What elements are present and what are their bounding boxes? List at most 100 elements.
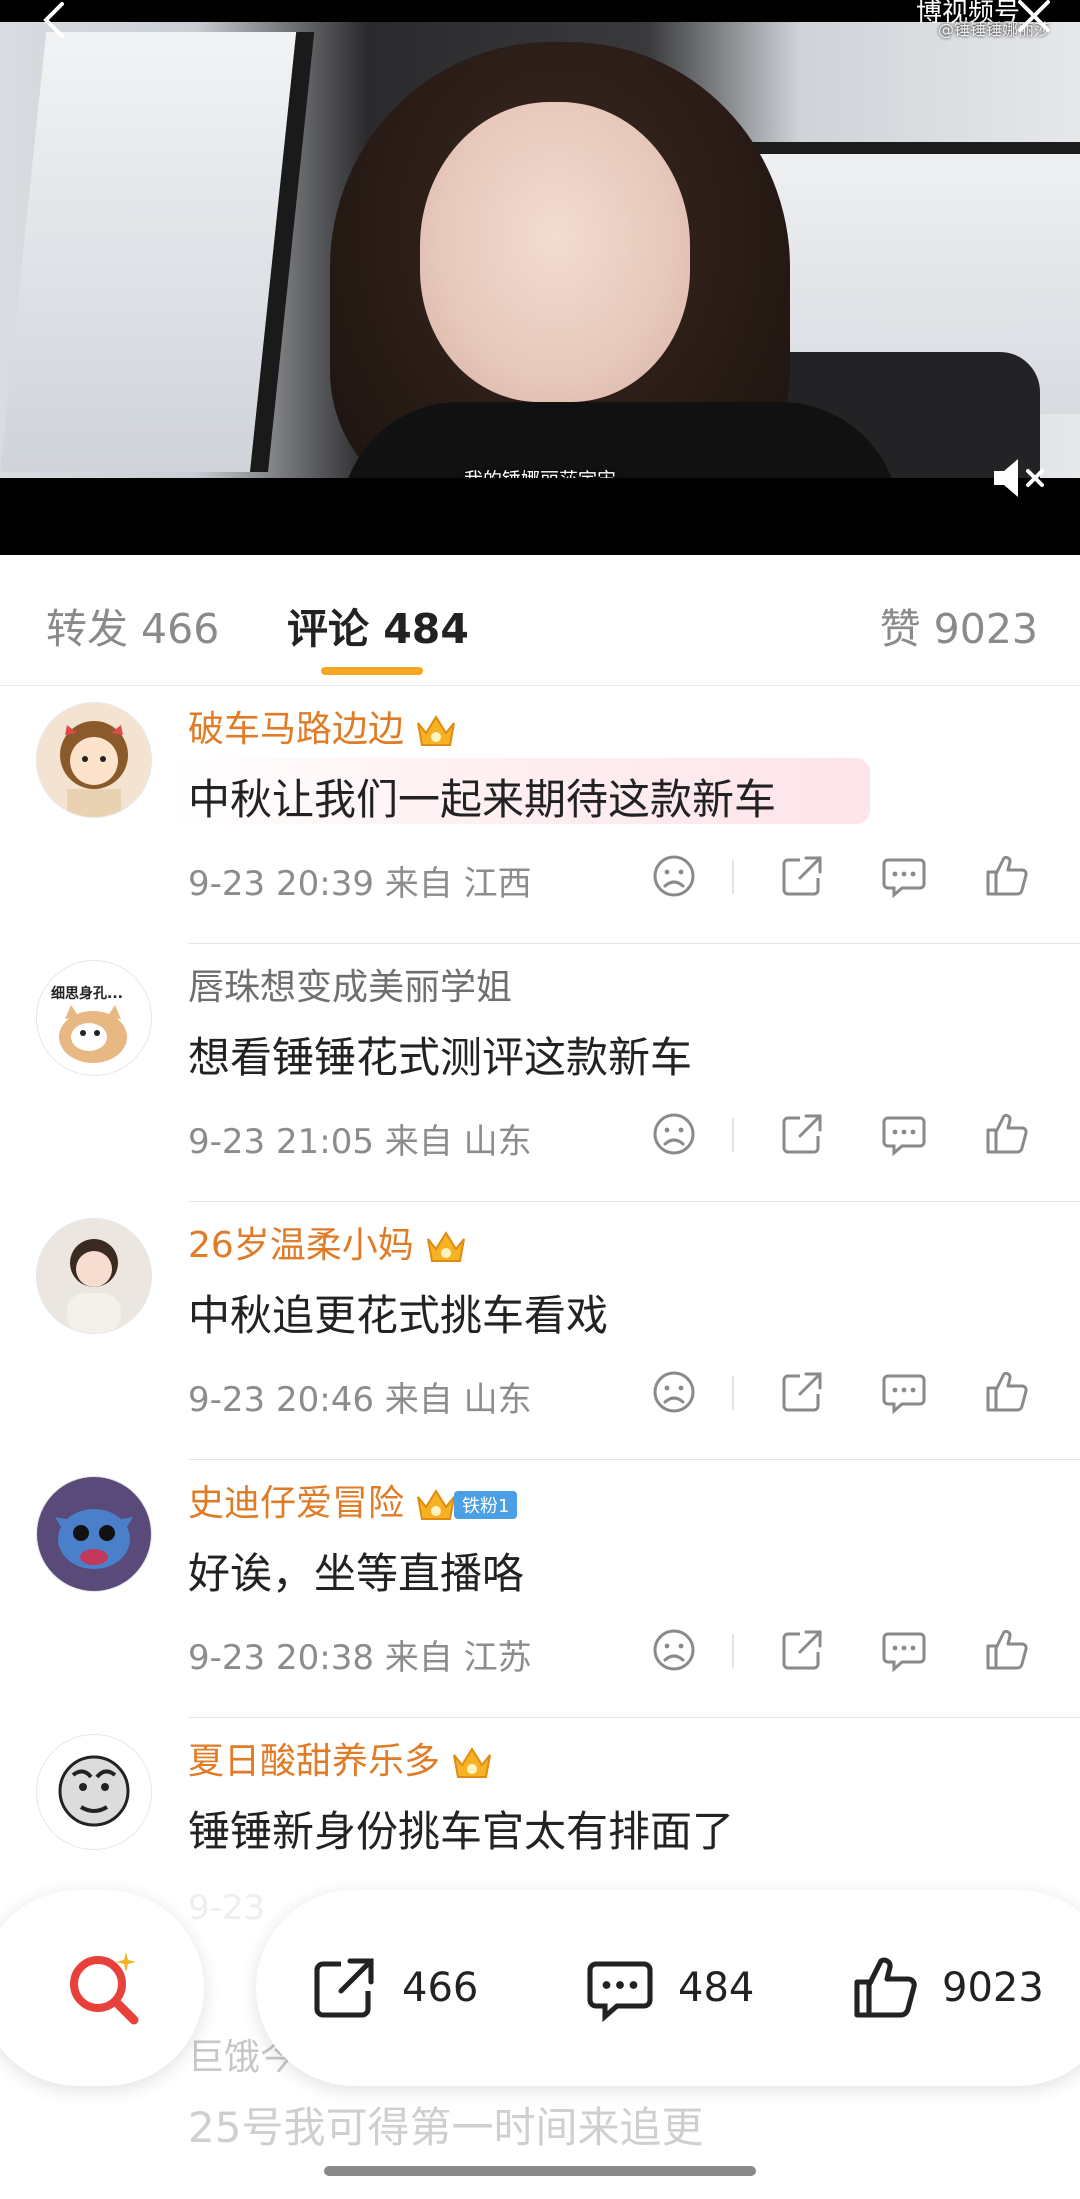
comment-meta: 9-23 20:39 来自 江西: [188, 856, 532, 905]
share-icon: [314, 1958, 374, 2018]
comment-text: 锤锤新身份挑车官太有排面了: [188, 1807, 735, 1856]
fan-badge: 铁粉1: [454, 1491, 518, 1519]
like-button[interactable]: [982, 852, 1030, 900]
repost-count: 466: [402, 1965, 479, 2011]
back-button[interactable]: [36, 0, 76, 40]
mute-button[interactable]: [988, 455, 1054, 501]
reply-button[interactable]: [880, 1368, 928, 1416]
like-count: 9023: [942, 1965, 1044, 2011]
comment-from: 来自: [384, 864, 453, 904]
close-button[interactable]: [1014, 0, 1054, 42]
like-button[interactable]: [982, 1626, 1030, 1674]
share-button[interactable]: [778, 1368, 826, 1416]
avatar-cat-icon: [37, 961, 151, 1075]
like-post-button[interactable]: 9023: [848, 1952, 1044, 2024]
tab-reposts[interactable]: 转发 466: [46, 595, 219, 655]
crown-vip-icon: [414, 711, 458, 751]
person-face: [420, 102, 690, 402]
comment-username[interactable]: 史迪仔爱冒险 铁粉1: [188, 1474, 518, 1526]
sad-face-icon: [653, 1629, 695, 1671]
comment-location: 江苏: [463, 1638, 532, 1678]
avatar-caption: 细思身孔...: [51, 986, 123, 1002]
home-indicator[interactable]: [324, 2166, 756, 2176]
comment-meta: 9-23 21:05 来自 山东: [188, 1114, 532, 1163]
search-icon: [70, 1952, 139, 2025]
thumbs-up-icon: [986, 855, 1028, 896]
comment-time: 9-23 20:46: [188, 1380, 374, 1420]
avatar[interactable]: [36, 702, 152, 818]
thumbs-up-icon: [986, 1113, 1028, 1154]
action-separator: [732, 1634, 734, 1668]
comment-time: 9-23 21:05: [188, 1122, 374, 1162]
reply-button[interactable]: [880, 1626, 928, 1674]
comment-username[interactable]: 唇珠想变成美丽学姐: [188, 958, 512, 1010]
comment-text: 中秋追更花式挑车看戏: [188, 1291, 609, 1340]
tab-comments[interactable]: 评论 484: [287, 595, 469, 655]
comment-button[interactable]: 484: [584, 1952, 754, 2024]
comment-item: 史迪仔爱冒险 铁粉1 好诶，坐等直播咯 9-23 20:38 来自 江苏: [0, 1460, 1080, 1718]
avatar[interactable]: [36, 1218, 152, 1334]
video-player[interactable]: 我的锤娜丽莎宇宙 博视频号 @锤锤锤娜丽莎: [0, 0, 1080, 555]
chevron-left-icon: [43, 2, 64, 38]
dislike-face-button[interactable]: [650, 852, 698, 900]
search-button[interactable]: [0, 1890, 204, 2086]
crown-vip-icon: [424, 1227, 468, 1267]
speaker-muted-icon: [994, 459, 1044, 497]
reply-button[interactable]: [880, 1110, 928, 1158]
comment-from: 来自: [384, 1380, 453, 1420]
comment-time: 9-23 20:39: [188, 864, 374, 904]
dislike-face-button[interactable]: [650, 1368, 698, 1416]
comment-count: 484: [678, 1965, 755, 2011]
comment-item: 26岁温柔小妈 中秋追更花式挑车看戏 9-23 20:46 来自 山东: [0, 1202, 1080, 1460]
comment-username[interactable]: 夏日酸甜养乐多: [188, 1732, 494, 1784]
action-separator: [732, 1376, 734, 1410]
avatar[interactable]: [36, 1734, 152, 1850]
crown-vip-icon: [414, 1485, 458, 1525]
like-button[interactable]: [982, 1368, 1030, 1416]
share-button[interactable]: [778, 1110, 826, 1158]
comment-location: 江西: [463, 864, 532, 904]
repost-button[interactable]: 466: [308, 1952, 478, 2024]
comment-actions: [650, 1368, 1040, 1416]
comment-from: 来自: [384, 1122, 453, 1162]
crown-vip-icon: [450, 1743, 494, 1783]
comment-list: 破车马路边边 中秋让我们一起来期待这款新车 9-23 20:39 来自 江西 细…: [0, 686, 1080, 1976]
comment-text: 想看锤锤花式测评这款新车: [188, 1033, 693, 1082]
ghost-comment-text: 25号我可得第一时间来追更: [188, 2103, 704, 2152]
comment-bubble-icon: [882, 1116, 926, 1157]
comment-username[interactable]: 破车马路边边: [188, 700, 458, 752]
action-separator: [732, 1118, 734, 1152]
share-button[interactable]: [778, 1626, 826, 1674]
sad-face-icon: [653, 1113, 695, 1155]
avatar-cartoon-girl-icon: [37, 703, 151, 817]
avatar[interactable]: [36, 1476, 152, 1592]
thumbs-up-icon: [986, 1629, 1028, 1670]
dislike-face-button[interactable]: [650, 1110, 698, 1158]
comment-text: 中秋让我们一起来期待这款新车: [168, 758, 870, 824]
comment-text: 好诶，坐等直播咯: [188, 1549, 525, 1598]
share-icon: [782, 856, 822, 896]
video-subtitle: 我的锤娜丽莎宇宙: [0, 465, 1080, 478]
username-text: 史迪仔爱冒险: [188, 1483, 405, 1524]
username-text: 26岁温柔小妈: [188, 1225, 414, 1266]
share-button[interactable]: [778, 852, 826, 900]
video-frame: 我的锤娜丽莎宇宙: [0, 22, 1080, 478]
comment-actions: [650, 1110, 1040, 1158]
bottom-action-bar: 466 484 9023: [256, 1890, 1080, 2086]
tab-likes[interactable]: 赞 9023: [880, 595, 1038, 655]
reply-button[interactable]: [880, 852, 928, 900]
comment-from: 来自: [384, 1638, 453, 1678]
car-window-left: [0, 32, 315, 472]
username-text: 破车马路边边: [188, 709, 405, 750]
thumbs-up-icon: [986, 1371, 1028, 1412]
close-icon: [1018, 0, 1050, 32]
avatar[interactable]: 细思身孔...: [36, 960, 152, 1076]
share-icon: [782, 1372, 822, 1412]
dislike-face-button[interactable]: [650, 1626, 698, 1674]
like-button[interactable]: [982, 1110, 1030, 1158]
comment-bubble-icon: [587, 1961, 653, 2023]
comment-username[interactable]: 26岁温柔小妈: [188, 1216, 468, 1268]
comment-actions: [650, 852, 1040, 900]
active-tab-indicator: [321, 667, 423, 675]
share-icon: [782, 1630, 822, 1670]
